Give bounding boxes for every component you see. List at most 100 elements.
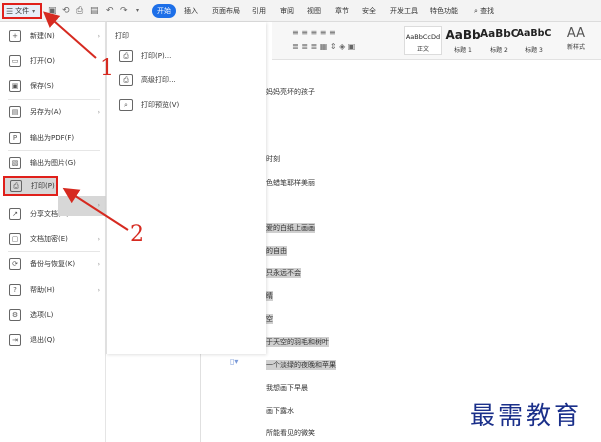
chevron-down-icon: ▾ [32, 7, 36, 15]
print-submenu-item[interactable]: ⌕ 打印预览(V) [119, 95, 259, 115]
backup-icon: ⟳ [9, 258, 21, 270]
file-menu-item[interactable]: ▧ 输出为图片(G) [0, 153, 106, 173]
style-sample: AaBbCcDd [405, 33, 441, 41]
menu-separator [8, 99, 100, 100]
document-line: 的自由 [266, 246, 287, 256]
file-menu-item[interactable]: ▣ 保存(S) [0, 76, 106, 96]
style-name: 正文 [416, 46, 429, 53]
advanced-print-icon: ⎙ [119, 74, 133, 86]
style-heading-2[interactable]: AaBbC 标题 2 [480, 26, 518, 55]
tab-chapter[interactable]: 章节 [335, 5, 349, 17]
redo-icon[interactable]: ↷ [120, 5, 128, 17]
exit-icon: ⇥ [9, 334, 21, 346]
save-icon: ▣ [9, 80, 21, 92]
file-menu-item[interactable]: + 新建(N) › [0, 26, 106, 46]
print-submenu-item[interactable]: ⎙ 高级打印... [119, 70, 259, 90]
file-menu-item-label: 文档加密(E) [30, 235, 68, 243]
file-menu-item-label: 备份与恢复(K) [30, 260, 76, 268]
print-submenu-title: 打印 [115, 32, 129, 40]
options-icon: ⚙ [9, 309, 21, 321]
file-menu-item[interactable]: ⚙ 选项(L) [0, 305, 106, 325]
style-sample: AaBbC [480, 28, 519, 40]
preview-icon[interactable]: ▤ [90, 5, 99, 17]
style-name: 标题 2 [490, 47, 508, 54]
style-heading-3[interactable]: AaBbC 标题 3 [516, 26, 552, 55]
print-submenu-item-label: 打印(P)... [141, 52, 172, 60]
new-style-icon: AA [566, 26, 586, 41]
file-menu-item-label: 输出为PDF(F) [30, 134, 75, 142]
step-1-number: 1 [100, 56, 114, 81]
tab-review[interactable]: 审阅 [280, 5, 294, 17]
file-menu-item[interactable]: P 输出为PDF(F) [0, 128, 106, 148]
print-item-highlight[interactable]: › [58, 196, 106, 216]
document-line: 画下露水 [266, 407, 294, 415]
submenu-arrow-icon: › [97, 286, 100, 294]
file-menu-item[interactable]: ⇥ 退出(Q) [0, 330, 106, 350]
image-icon: ▧ [9, 157, 21, 169]
tab-insert[interactable]: 插入 [184, 5, 198, 17]
undo-icon[interactable]: ↶ [106, 5, 114, 17]
submenu-arrow-icon: › [97, 32, 100, 40]
tab-security[interactable]: 安全 [362, 5, 376, 17]
file-menu-button[interactable]: ☰ 文件 ▾ [2, 3, 42, 19]
tab-references[interactable]: 引用 [252, 5, 266, 17]
file-menu-item[interactable]: ▤ 另存为(A) › [0, 102, 106, 122]
printer-icon: ⎙ [10, 180, 22, 192]
document-line: 妈妈亮坏的孩子 [266, 88, 315, 96]
style-heading-1[interactable]: AaBb 标题 1 [444, 26, 482, 55]
encrypt-icon: ▢ [9, 233, 21, 245]
document-line: 时刻 [266, 155, 280, 163]
file-menu-item-label: 输出为图片(G) [30, 159, 76, 167]
pdf-icon: P [9, 132, 21, 144]
submenu-arrow-icon: › [97, 260, 100, 268]
menu-separator [8, 150, 100, 151]
submenu-arrow-icon: › [97, 202, 100, 209]
submenu-arrow-icon: › [97, 108, 100, 116]
file-menu-item-label: 选项(L) [30, 311, 54, 319]
print-icon[interactable]: ⎙ [76, 5, 83, 17]
hamburger-icon: ☰ [6, 6, 14, 16]
file-menu-item[interactable]: ⎙ 打印(P) [3, 176, 58, 196]
search-button[interactable]: ⌕ 查找 [474, 5, 494, 17]
print-preview-icon: ⌕ [119, 99, 133, 111]
submenu-arrow-icon: › [97, 235, 100, 243]
document-line: 所能看见的微笑 [266, 429, 315, 437]
menu-separator [8, 251, 100, 252]
document-line: 一个淡绿的夜晚和苹果 [266, 360, 336, 370]
file-menu-item[interactable]: ? 帮助(H) › [0, 280, 106, 300]
new-style-label: 新样式 [566, 44, 585, 51]
tab-view[interactable]: 视图 [307, 5, 321, 17]
file-menu-item-label: 帮助(H) [30, 286, 55, 294]
customize-icon[interactable]: ▾ [136, 5, 139, 17]
print-submenu-item[interactable]: ⎙ 打印(P)... [119, 46, 259, 66]
paragraph-icons[interactable]: ≣ ≣ ≣ ▦ ⇕ ◈ ▣ [292, 42, 355, 51]
file-menu-item-label: 保存(S) [30, 82, 54, 90]
file-menu-item-label: 另存为(A) [30, 108, 62, 116]
document-line: 色蜡笔耶样美丽 [266, 179, 315, 187]
file-menu-item[interactable]: ▭ 打开(O) [0, 51, 106, 71]
new-doc-icon: + [9, 30, 21, 42]
tab-developer[interactable]: 开发工具 [390, 5, 418, 17]
tab-special-features[interactable]: 特色功能 [430, 5, 458, 17]
ribbon: ≡ ≡ ≡ ≡ ≡ ≣ ≣ ≣ ▦ ⇕ ◈ ▣ AaBbCcDd 正文 AaBb… [272, 22, 601, 60]
help-icon: ? [9, 284, 21, 296]
folder-icon: ▭ [9, 55, 21, 67]
file-menu-item[interactable]: ⟳ 备份与恢复(K) › [0, 254, 106, 274]
tab-page-layout[interactable]: 页面布局 [212, 5, 240, 17]
print-submenu: 打印 ⎙ 打印(P)... ⎙ 高级打印... ⌕ 打印预览(V) [106, 22, 266, 354]
undo-history-icon[interactable]: ⟲ [62, 5, 70, 17]
page-edge [200, 340, 201, 442]
new-style-button[interactable]: AA 新样式 [556, 26, 596, 56]
style-name: 标题 3 [525, 47, 543, 54]
document-line: 空 [266, 314, 273, 324]
file-menu-item[interactable]: ▢ 文档加密(E) › [0, 229, 106, 249]
align-icons[interactable]: ≡ ≡ ≡ ≡ ≡ [292, 28, 336, 37]
style-normal[interactable]: AaBbCcDd 正文 [404, 26, 442, 55]
style-name: 标题 1 [454, 47, 472, 54]
save-icon[interactable]: ▣ [48, 5, 57, 17]
style-sample: AaBbC [516, 28, 552, 39]
paragraph-marker-icon[interactable]: ▯▾ [230, 357, 238, 366]
search-icon: ⌕ [474, 7, 478, 15]
tab-start[interactable]: 开始 [152, 4, 176, 18]
document-canvas[interactable] [272, 60, 601, 442]
